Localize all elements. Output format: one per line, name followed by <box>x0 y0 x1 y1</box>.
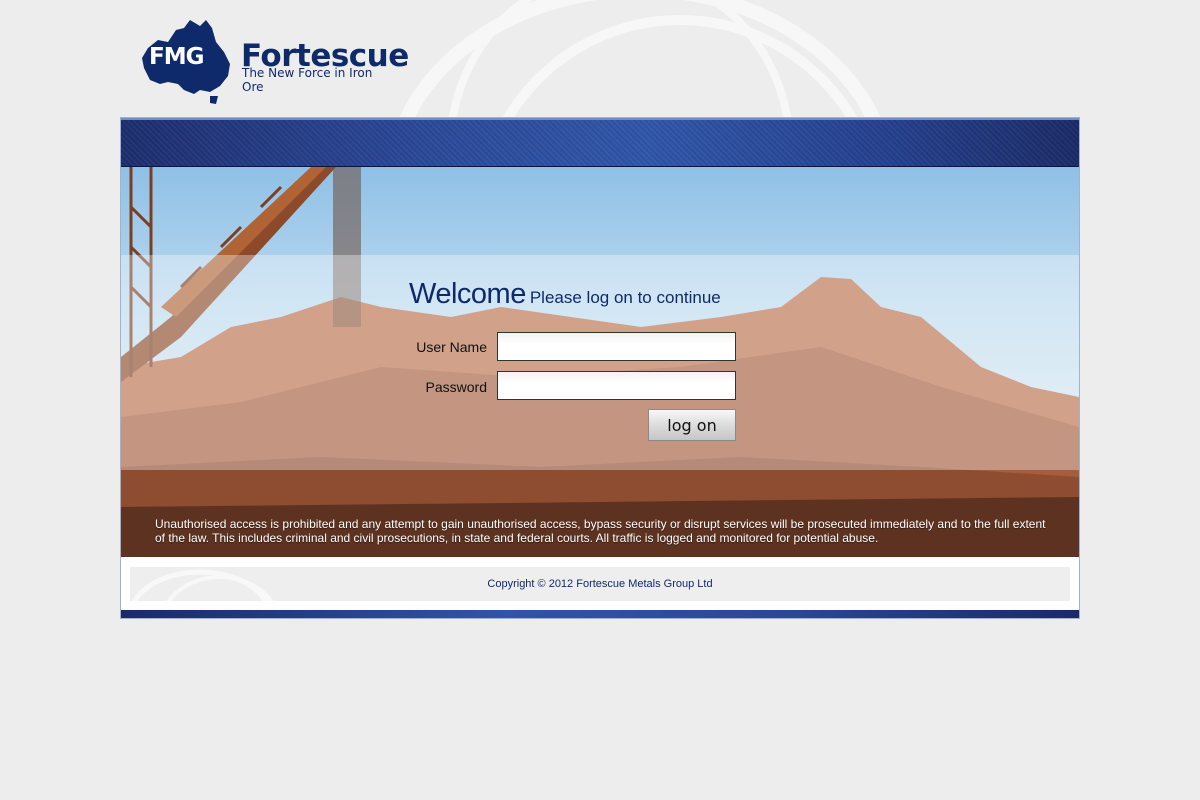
footer: Copyright © 2012 Fortescue Metals Group … <box>130 567 1070 601</box>
log-on-button[interactable]: log on <box>648 409 736 441</box>
header-banner <box>121 118 1079 167</box>
copyright-text: Copyright © 2012 Fortescue Metals Group … <box>487 578 713 590</box>
company-logo[interactable]: FMG Fortescue The New Force in Iron Ore <box>140 18 409 104</box>
swirl-decoration-icon <box>380 0 1020 120</box>
footer-bar <box>121 610 1079 618</box>
username-label: User Name <box>416 339 487 355</box>
brand-tagline: The New Force in Iron Ore <box>242 66 373 94</box>
hero-image: Welcome Please log on to continue User Na… <box>121 167 1079 557</box>
welcome-subtitle: Please log on to continue <box>529 288 721 307</box>
password-field[interactable] <box>497 371 736 400</box>
login-page: FMG Fortescue The New Force in Iron Ore <box>0 0 1200 800</box>
welcome-heading: Welcome Please log on to continue <box>409 278 721 311</box>
logo-mark-text: FMG <box>149 44 204 70</box>
security-notice: Unauthorised access is prohibited and an… <box>155 517 1046 545</box>
welcome-title: Welcome <box>409 278 526 310</box>
username-field[interactable] <box>497 332 736 361</box>
password-label: Password <box>425 379 487 395</box>
australia-map-logo-icon: FMG <box>140 18 236 104</box>
login-panel: Welcome Please log on to continue User Na… <box>120 117 1080 619</box>
